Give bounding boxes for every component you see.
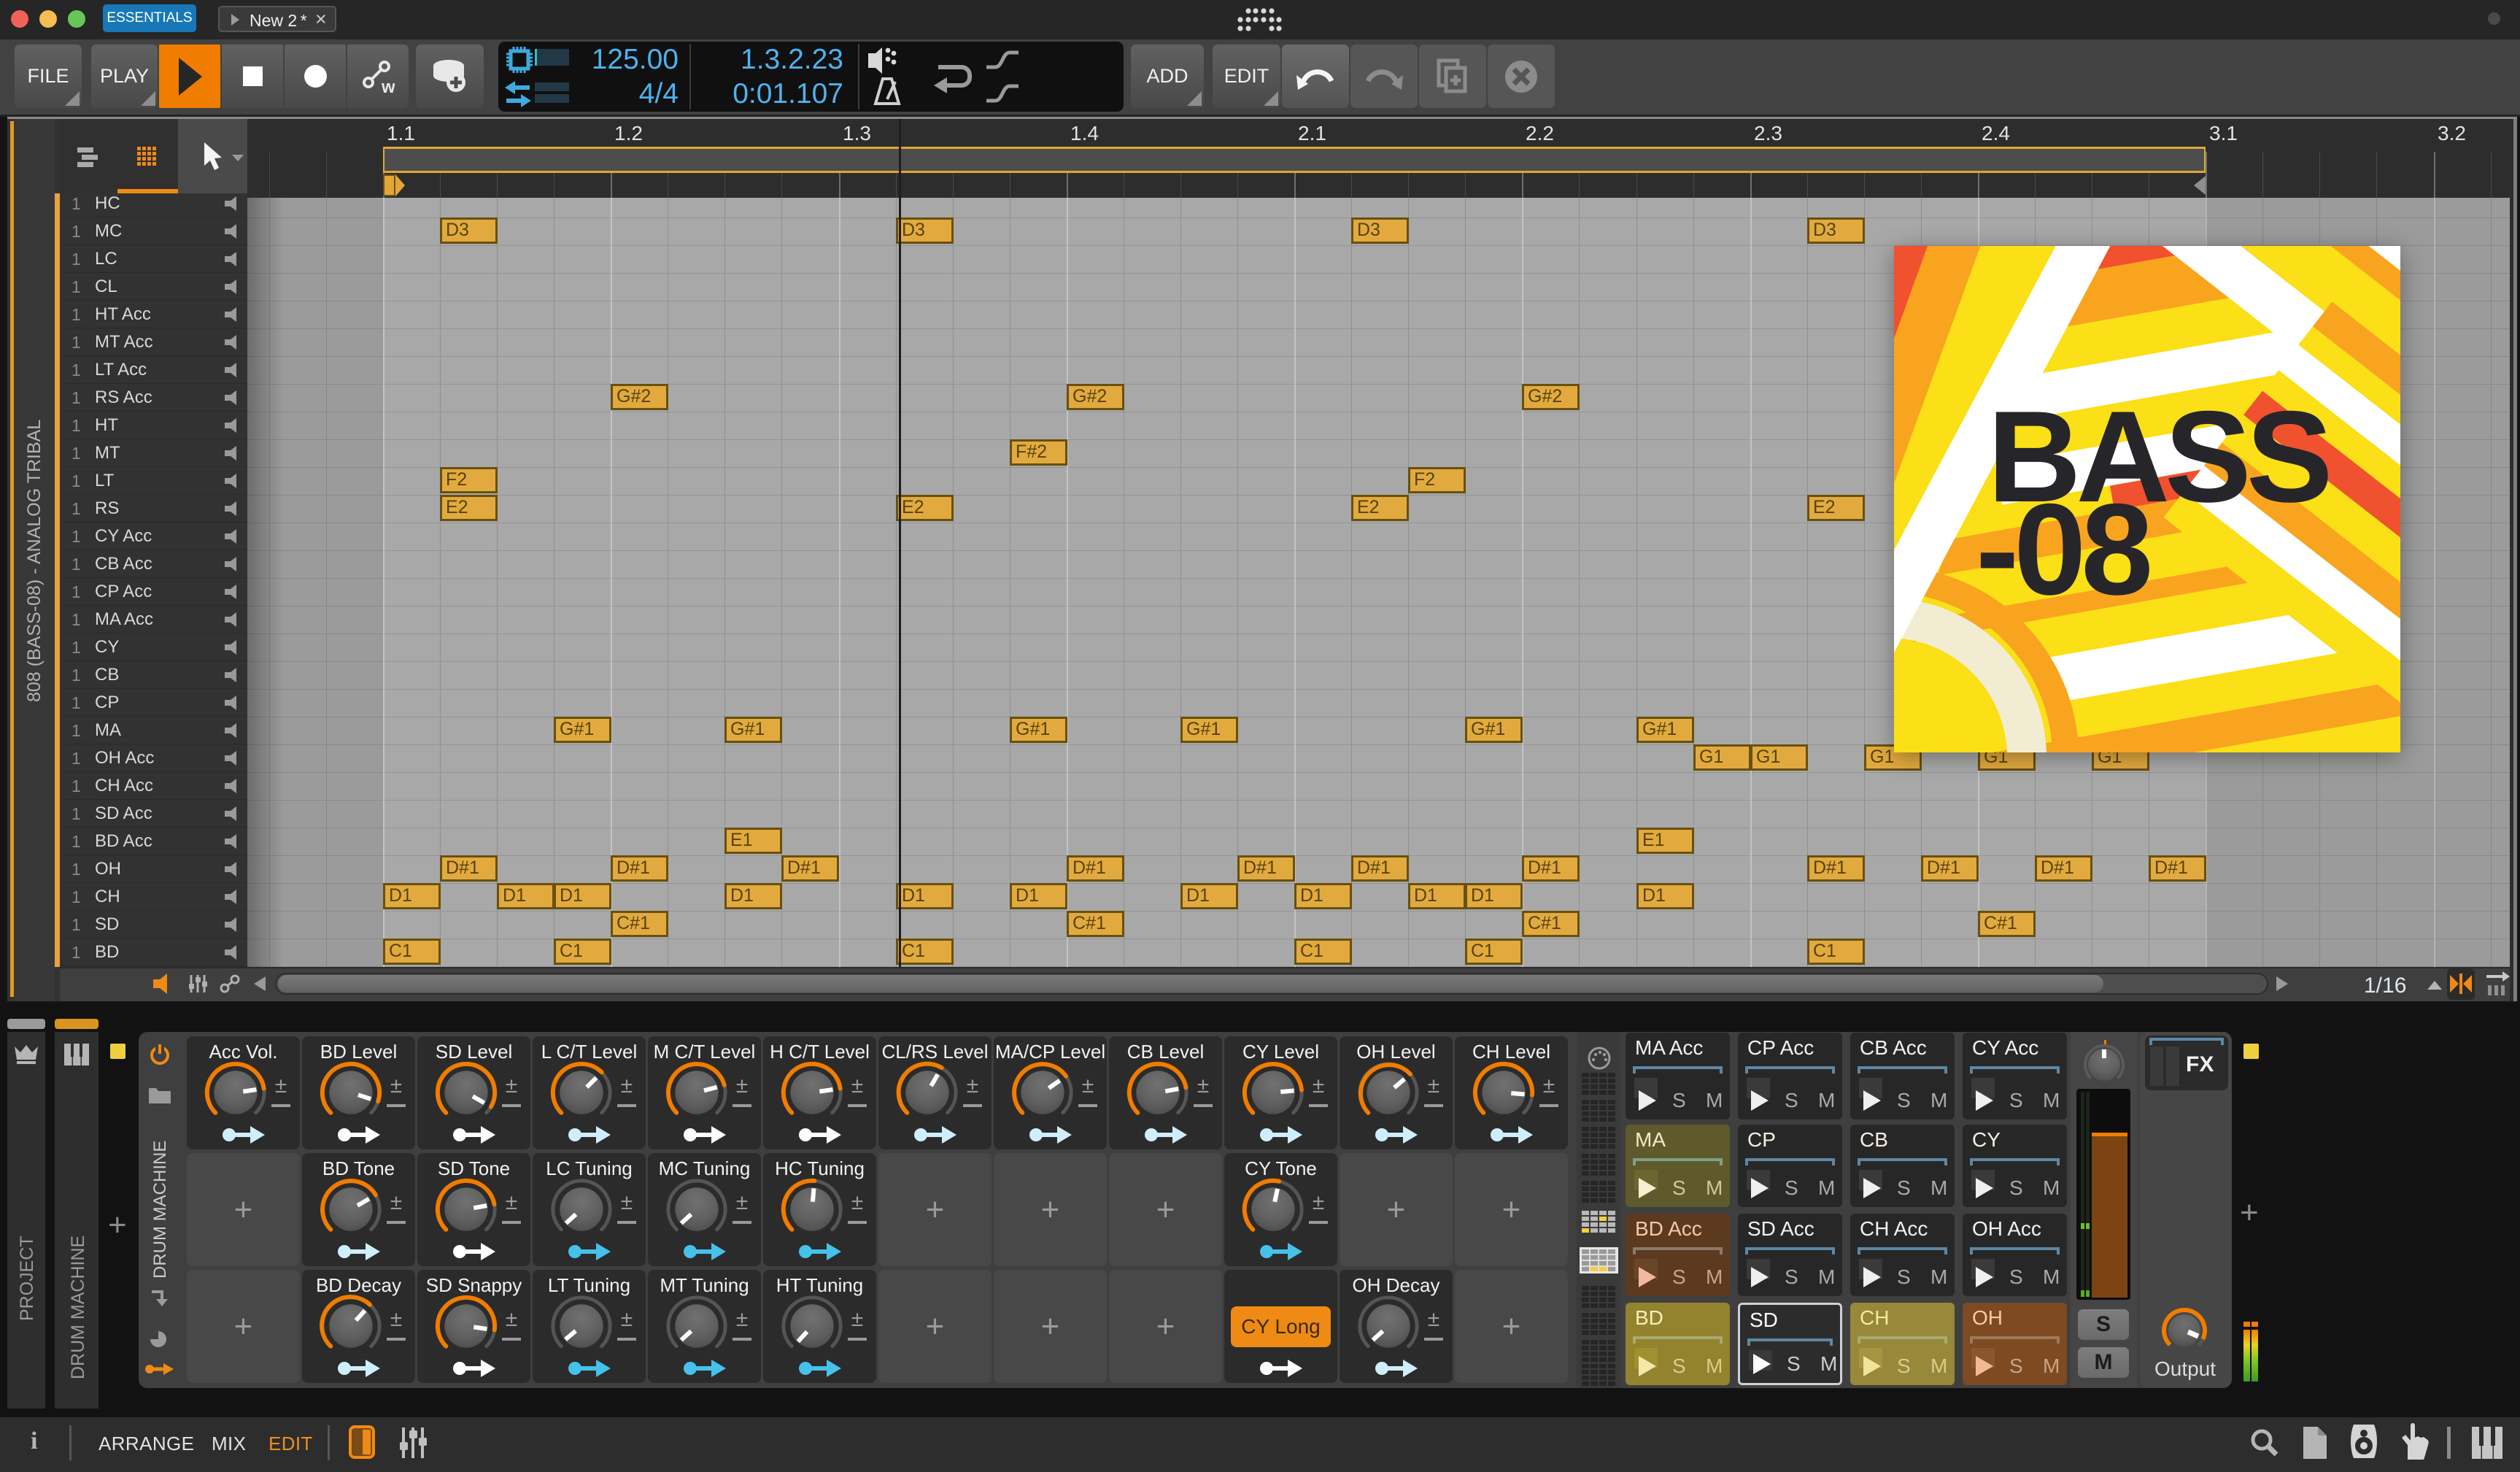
svg-text:-08: -08 [1976, 477, 2149, 622]
svg-text:w: w [381, 77, 395, 94]
